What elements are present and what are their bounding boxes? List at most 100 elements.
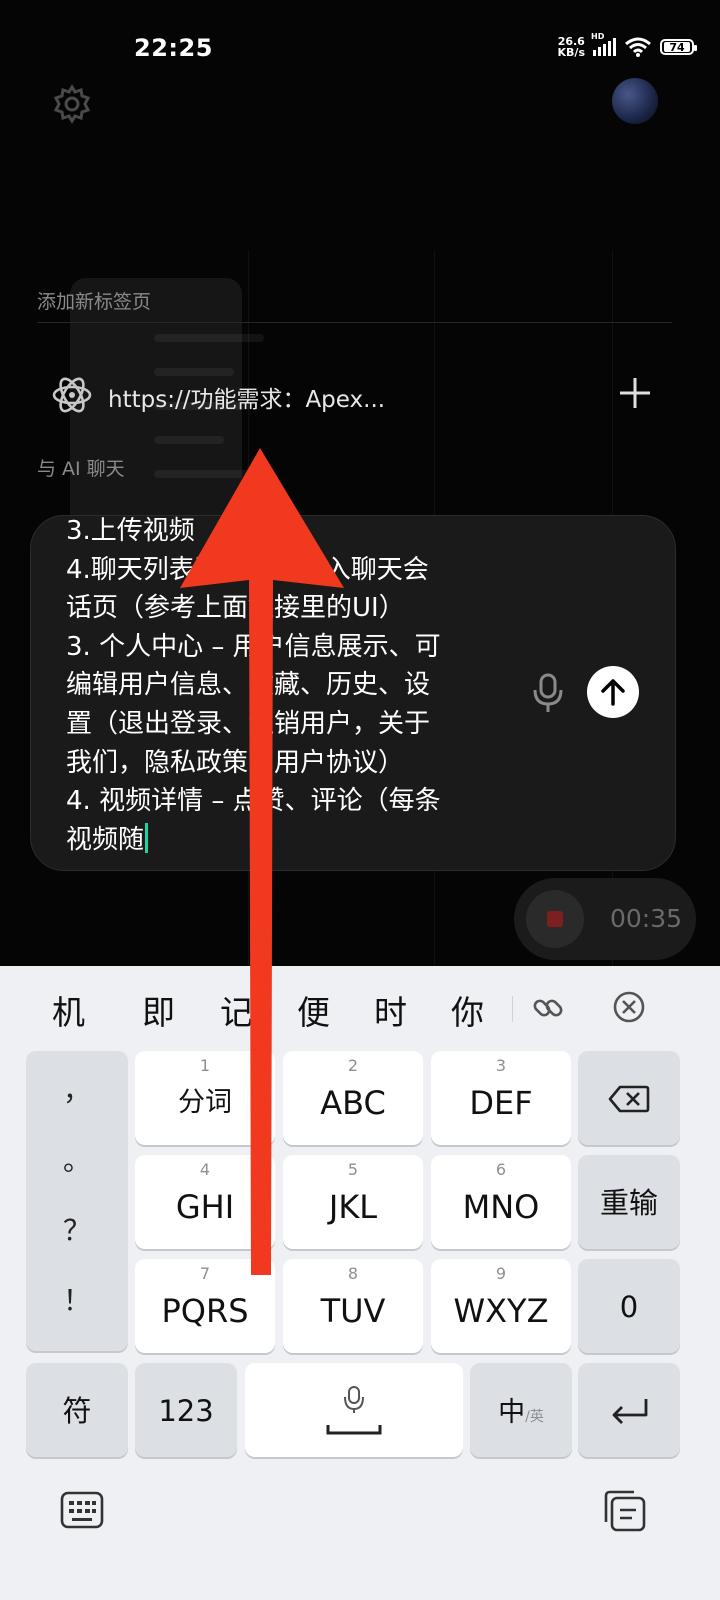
stop-recording-button[interactable]	[526, 890, 584, 948]
candidate-word[interactable]: 便	[297, 986, 330, 1034]
recording-indicator[interactable]: 00:35	[514, 878, 696, 960]
key-4[interactable]: 4 GHI	[135, 1155, 275, 1249]
key-label: JKL	[328, 1188, 378, 1226]
chat-text-line: 视频随	[66, 824, 145, 855]
battery-icon: 74	[660, 39, 697, 55]
key-number: 4	[199, 1160, 211, 1179]
lang-main: 中	[498, 1397, 526, 1428]
chat-text-line: 我们，隐私政策、用户协议）	[66, 747, 405, 778]
key-3[interactable]: 3 DEF	[431, 1051, 571, 1145]
recording-time: 00:35	[610, 904, 683, 933]
punctuation-column[interactable]: ， 。 ？ ！	[26, 1051, 128, 1351]
enter-icon	[612, 1399, 648, 1424]
key-label: DEF	[469, 1084, 533, 1122]
backspace-key[interactable]	[578, 1051, 680, 1145]
key-label: 0	[619, 1290, 639, 1324]
chat-text-line: 置（退出登录、注销用户，关于	[66, 708, 431, 739]
profile-avatar[interactable]	[612, 78, 658, 124]
number-mode-label: 123	[158, 1394, 214, 1428]
candidate-bar: 机 即 记 便 时 你	[0, 966, 720, 1050]
add-tab-section-label: 添加新标签页	[37, 291, 152, 313]
key-label: TUV	[320, 1292, 386, 1330]
browser-new-tab-overlay: 22:25 26.6 KB/s HD 74 添加新标签页 https://功能需…	[0, 0, 720, 986]
symbols-label: 符	[62, 1394, 92, 1428]
candidate-word[interactable]: 你	[451, 986, 484, 1034]
text-cursor	[145, 822, 149, 853]
status-icons: 26.6 KB/s HD 74	[558, 32, 697, 58]
candidate-word[interactable]: 即	[142, 986, 175, 1034]
atom-icon	[52, 377, 92, 413]
clipboard-icon[interactable]	[602, 1490, 646, 1532]
network-speed: 26.6 KB/s	[558, 36, 585, 58]
key-label: WXYZ	[453, 1292, 549, 1330]
reinput-label: 重输	[599, 1186, 658, 1220]
key-number: 5	[347, 1160, 359, 1179]
wifi-icon	[625, 37, 651, 57]
key-5[interactable]: 5 JKL	[283, 1155, 423, 1249]
hd-label: HD	[591, 32, 605, 41]
divider	[37, 322, 672, 323]
voice-input-mic-icon[interactable]	[531, 672, 565, 714]
chat-input-text[interactable]: 3.上传视频 4.聊天列表页，点击进入聊天会 话页（参考上面链接里的UI） 3.…	[66, 516, 496, 859]
ai-chat-input-box[interactable]: 3.上传视频 4.聊天列表页，点击进入聊天会 话页（参考上面链接里的UI） 3.…	[30, 515, 676, 871]
add-tab-plus-icon[interactable]	[618, 376, 652, 410]
battery-level: 74	[664, 42, 690, 54]
punctuation-key[interactable]: ，	[26, 1069, 128, 1109]
link-icon[interactable]	[532, 992, 564, 1024]
stop-icon	[547, 911, 563, 927]
space-mic-icon	[326, 1386, 382, 1435]
candidate-word[interactable]: 机	[52, 986, 85, 1034]
key-number: 3	[495, 1056, 507, 1075]
enter-key[interactable]	[578, 1363, 680, 1457]
key-label: PQRS	[161, 1292, 249, 1330]
key-number: 9	[495, 1264, 507, 1283]
key-label: 分词	[178, 1087, 232, 1118]
backspace-icon	[608, 1085, 650, 1113]
new-tab-suggestion[interactable]: https://功能需求：Apex...	[0, 360, 720, 430]
ai-chat-section-label: 与 AI 聊天	[37, 458, 125, 480]
network-speed-unit: KB/s	[557, 46, 585, 59]
symbols-key[interactable]: 符	[26, 1363, 128, 1457]
chat-text-line: 编辑用户信息、收藏、历史、设	[66, 670, 431, 701]
number-mode-key[interactable]: 123	[135, 1363, 237, 1457]
key-number: 6	[495, 1160, 507, 1179]
arrow-up-icon	[601, 679, 625, 706]
key-9[interactable]: 9 WXYZ	[431, 1259, 571, 1353]
candidate-separator	[512, 996, 513, 1022]
key-1[interactable]: 1 分词	[135, 1051, 275, 1145]
key-number: 8	[347, 1264, 359, 1283]
chat-text-line: 4. 视频详情 – 点赞、评论（每条	[66, 786, 441, 817]
chat-text-line: 3.上传视频	[66, 516, 195, 546]
punctuation-key[interactable]: 。	[26, 1139, 128, 1179]
key-6[interactable]: 6 MNO	[431, 1155, 571, 1249]
key-label: ABC	[320, 1084, 386, 1122]
lang-alt: /英	[525, 1409, 544, 1425]
chat-text-line: 话页（参考上面链接里的UI）	[66, 593, 405, 624]
language-switch-label: 中/英	[470, 1393, 572, 1435]
key-8[interactable]: 8 TUV	[283, 1259, 423, 1353]
close-candidates-icon[interactable]	[612, 990, 646, 1024]
key-number: 7	[199, 1264, 211, 1283]
new-tab-url: https://功能需求：Apex...	[108, 387, 386, 413]
language-switch-key[interactable]: 中/英	[470, 1363, 572, 1457]
cell-signal-icon: HD	[591, 32, 616, 56]
key-label: GHI	[175, 1188, 235, 1226]
candidate-word[interactable]: 时	[374, 986, 407, 1034]
key-7[interactable]: 7 PQRS	[135, 1259, 275, 1353]
key-number: 2	[347, 1056, 359, 1075]
keyboard-hide-icon[interactable]	[60, 1491, 104, 1529]
reinput-key[interactable]: 重输	[578, 1155, 680, 1249]
ime-keyboard: 机 即 记 便 时 你 ， 。 ？ ！ 1 分词 2 ABC 3 DEF 4 G…	[0, 966, 720, 1600]
key-number: 1	[199, 1056, 211, 1075]
key-2[interactable]: 2 ABC	[283, 1051, 423, 1145]
send-button[interactable]	[587, 666, 639, 718]
punctuation-key[interactable]: ？	[26, 1209, 128, 1249]
space-key[interactable]	[245, 1363, 463, 1457]
key-0[interactable]: 0	[578, 1259, 680, 1353]
settings-gear-icon[interactable]	[52, 84, 92, 124]
candidate-word[interactable]: 记	[220, 986, 253, 1034]
punctuation-key[interactable]: ！	[26, 1279, 128, 1319]
key-label: MNO	[462, 1188, 540, 1226]
status-time: 22:25	[134, 34, 213, 62]
chat-text-line: 4.聊天列表页，点击进入聊天会	[66, 554, 429, 585]
